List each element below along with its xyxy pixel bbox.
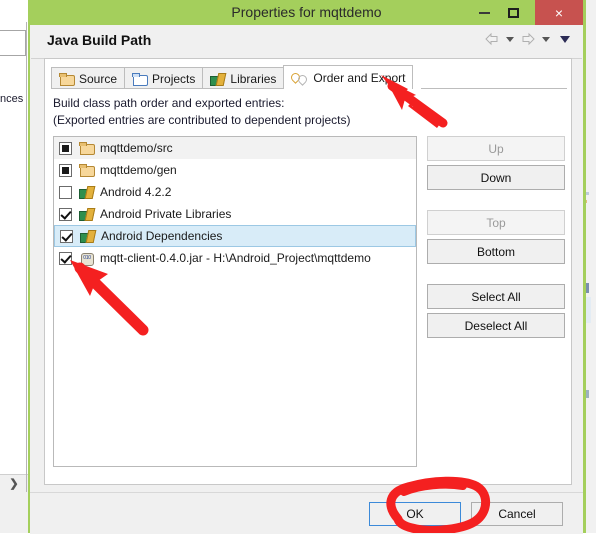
deselect-all-button[interactable]: Deselect All: [427, 313, 565, 338]
top-button[interactable]: Top: [427, 210, 565, 235]
cancel-button[interactable]: Cancel: [471, 502, 563, 526]
entry-label: Android 4.2.2: [100, 185, 172, 199]
background-workbench-left: nces ❯: [0, 0, 28, 533]
dialog-header: Java Build Path: [31, 25, 582, 59]
entry-label: mqtt-client-0.4.0.jar - H:\Android_Proje…: [100, 251, 371, 265]
up-button[interactable]: Up: [427, 136, 565, 161]
list-item[interactable]: mqttdemo/src: [54, 137, 416, 159]
bottom-button[interactable]: Bottom: [427, 239, 565, 264]
entry-checkbox[interactable]: [59, 185, 72, 199]
source-folder-icon: [59, 72, 75, 86]
button-group-spacer: [427, 268, 565, 284]
select-all-button[interactable]: Select All: [427, 284, 565, 309]
list-item[interactable]: mqtt-client-0.4.0.jar - H:\Android_Proje…: [54, 247, 416, 269]
navigation-icons: [484, 31, 570, 47]
entry-checkbox[interactable]: [59, 141, 72, 155]
back-arrow-icon[interactable]: [484, 31, 500, 47]
tab-order-and-export-label: Order and Export: [313, 70, 406, 85]
source-folder-icon: [79, 163, 95, 177]
library-icon: [79, 185, 95, 199]
forward-arrow-icon[interactable]: [520, 31, 536, 47]
library-icon: [79, 207, 95, 221]
background-panel-divider: [26, 22, 27, 492]
maximize-button[interactable]: [499, 0, 528, 25]
button-group-spacer: [427, 194, 565, 210]
entry-label: mqttdemo/src: [100, 141, 173, 155]
projects-folder-icon: [132, 72, 149, 86]
instructions-line-1: Build class path order and exported entr…: [53, 96, 285, 110]
entry-checkbox[interactable]: [59, 251, 72, 265]
order-export-icon: [291, 71, 309, 85]
ok-button[interactable]: OK: [369, 502, 461, 526]
list-action-buttons: Up Down Top Bottom Select All Deselect A…: [427, 136, 565, 342]
back-dropdown-icon[interactable]: [506, 36, 514, 42]
entry-label: Android Dependencies: [101, 229, 223, 243]
background-workbench-right: [581, 0, 596, 533]
dialog-titlebar[interactable]: Properties for mqttdemo ×: [30, 0, 583, 25]
minimize-icon: [479, 11, 490, 14]
tab-libraries[interactable]: Libraries: [202, 67, 285, 89]
properties-dialog: Properties for mqttdemo × Java Build Pat…: [28, 0, 586, 534]
entry-label: Android Private Libraries: [100, 207, 232, 221]
dialog-content-panel: Source Projects Libraries Order and Expo…: [44, 58, 572, 485]
close-button[interactable]: ×: [535, 0, 583, 25]
tab-source[interactable]: Source: [51, 67, 126, 89]
tab-projects-label: Projects: [152, 71, 196, 86]
entry-checkbox[interactable]: [60, 229, 73, 243]
list-item[interactable]: Android 4.2.2: [54, 181, 416, 203]
list-item[interactable]: Android Private Libraries: [54, 203, 416, 225]
background-left-label: nces: [0, 93, 24, 105]
entry-label: mqttdemo/gen: [100, 163, 177, 177]
more-dropdown-icon[interactable]: [560, 35, 570, 43]
maximize-icon: [508, 7, 519, 18]
dialog-footer: OK Cancel: [30, 492, 583, 534]
list-item[interactable]: mqttdemo/gen: [54, 159, 416, 181]
list-item[interactable]: Android Dependencies: [54, 225, 416, 247]
build-path-entries-list[interactable]: mqttdemo/src mqttdemo/gen Android 4.2.2 …: [53, 136, 417, 467]
source-folder-icon: [79, 141, 95, 155]
libraries-icon: [210, 72, 226, 86]
background-text-field: [0, 30, 26, 56]
instructions-line-2: (Exported entries are contributed to dep…: [53, 113, 351, 127]
entry-checkbox[interactable]: [59, 207, 72, 221]
entry-checkbox[interactable]: [59, 163, 72, 177]
down-button[interactable]: Down: [427, 165, 565, 190]
library-icon: [80, 229, 96, 243]
tab-libraries-label: Libraries: [230, 71, 277, 86]
tab-bar: Source Projects Libraries Order and Expo…: [51, 65, 567, 89]
instructions-block: Build class path order and exported entr…: [53, 95, 553, 129]
tab-order-and-export[interactable]: Order and Export: [283, 65, 414, 89]
forward-dropdown-icon[interactable]: [542, 36, 550, 42]
tab-projects[interactable]: Projects: [124, 67, 204, 89]
minimize-button[interactable]: [470, 0, 499, 25]
jar-icon: [79, 251, 95, 266]
page-title: Java Build Path: [47, 32, 152, 48]
tab-source-label: Source: [79, 71, 118, 86]
background-scroll-arrow[interactable]: ❯: [0, 474, 28, 493]
